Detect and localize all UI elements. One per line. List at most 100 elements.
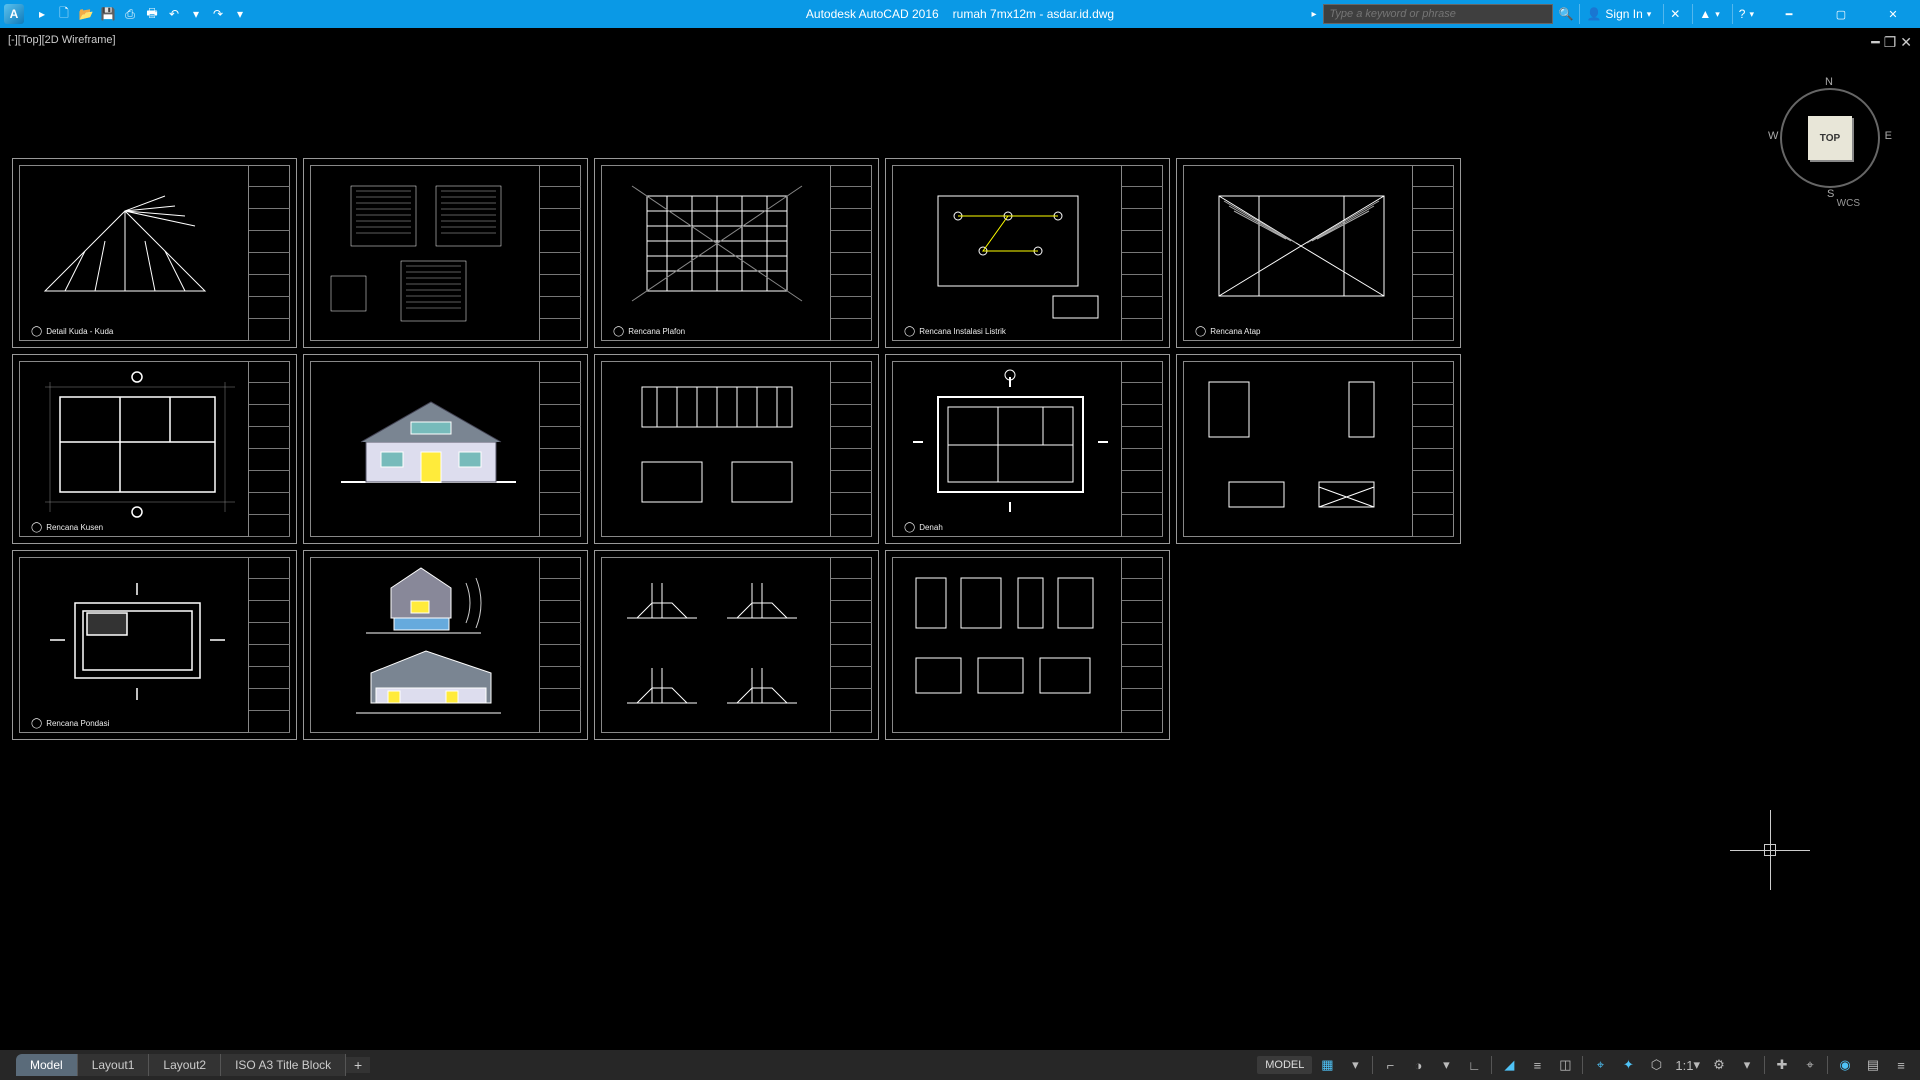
cloud-icon: ▲ xyxy=(1699,7,1711,21)
redo-drop-icon[interactable]: ▾ xyxy=(230,4,250,24)
grid-toggle-icon[interactable]: ▦ xyxy=(1314,1054,1340,1076)
undo-drop-icon[interactable]: ▾ xyxy=(186,4,206,24)
sheet-label: Rencana Pondasi xyxy=(31,718,109,729)
search-input[interactable] xyxy=(1323,4,1553,24)
saveas-icon[interactable]: ⎙ xyxy=(120,4,140,24)
tab-iso-a3[interactable]: ISO A3 Title Block xyxy=(221,1054,346,1076)
sheet-facade[interactable] xyxy=(303,354,588,544)
sheet-foot4[interactable] xyxy=(594,550,879,740)
sheet-door6[interactable] xyxy=(885,550,1170,740)
drawing-details-icon xyxy=(1189,367,1404,527)
sheet-atap[interactable]: Rencana Atap xyxy=(1176,158,1461,348)
drawing-truss-icon xyxy=(25,171,225,321)
compass-e: E xyxy=(1885,130,1892,142)
gear-drop-icon[interactable]: ▾ xyxy=(1734,1054,1760,1076)
drawing-roof-icon xyxy=(1189,171,1404,321)
new-icon[interactable]: ▸ xyxy=(32,4,52,24)
cloud-toggle-icon[interactable]: ◉ xyxy=(1832,1054,1858,1076)
app-name: Autodesk AutoCAD 2016 xyxy=(806,7,939,21)
sheet-detail-kuda[interactable]: Detail Kuda - Kuda xyxy=(12,158,297,348)
sheet-sections2[interactable] xyxy=(594,354,879,544)
open-icon[interactable]: 📂 xyxy=(76,4,96,24)
drawing-plan-icon xyxy=(25,367,240,527)
viewport-label[interactable]: [-][Top][2D Wireframe] xyxy=(8,34,116,46)
polar-drop-icon[interactable]: ▾ xyxy=(1433,1054,1459,1076)
new-file-icon[interactable]: 🗋 xyxy=(54,4,74,24)
scale-button[interactable]: 1:1▾ xyxy=(1671,1054,1704,1076)
x-icon: ✕ xyxy=(1670,7,1680,21)
sheet-elev2[interactable] xyxy=(303,550,588,740)
print-icon[interactable]: 🖶 xyxy=(142,4,162,24)
iso3-icon[interactable]: ⬡ xyxy=(1643,1054,1669,1076)
iso2-icon[interactable]: ✦ xyxy=(1615,1054,1641,1076)
sheet-label: Rencana Atap xyxy=(1195,326,1260,337)
compass-n: N xyxy=(1825,76,1833,88)
doc-minimize-icon[interactable]: ━ xyxy=(1871,34,1879,51)
wcs-label: WCS xyxy=(1837,198,1860,209)
sheet-label: Rencana Plafon xyxy=(613,326,685,337)
bottom-bar: Model Layout1 Layout2 ISO A3 Title Block… xyxy=(0,1050,1920,1080)
sheet-plafon[interactable]: Rencana Plafon xyxy=(594,158,879,348)
sheet-kusen[interactable]: Rencana Kusen xyxy=(12,354,297,544)
quick-access-toolbar: A ▸ 🗋 📂 💾 ⎙ 🖶 ↶ ▾ ↷ ▾ xyxy=(0,4,250,24)
drawing-foundation-icon xyxy=(25,563,240,723)
drawing-elev2-icon xyxy=(316,563,531,728)
drawing-foot4-icon xyxy=(607,563,822,723)
sheet-pondasi[interactable]: Rencana Pondasi xyxy=(12,550,297,740)
iso1-icon[interactable]: ⌖ xyxy=(1587,1054,1613,1076)
app-menu-button[interactable]: A xyxy=(4,4,24,24)
help-icon: ? xyxy=(1739,7,1746,21)
close-button[interactable]: ✕ xyxy=(1870,0,1916,28)
sheet-label: Rencana Kusen xyxy=(31,522,103,533)
sheet-denah[interactable]: Denah xyxy=(885,354,1170,544)
tab-model[interactable]: Model xyxy=(16,1054,78,1076)
redo-icon[interactable]: ↷ xyxy=(208,4,228,24)
doc-window-controls: ━ ❐ ✕ xyxy=(1871,34,1912,51)
search-icon[interactable]: 🔍 xyxy=(1559,7,1574,21)
trayup-icon[interactable]: ▤ xyxy=(1860,1054,1886,1076)
gear-icon[interactable]: ⚙ xyxy=(1706,1054,1732,1076)
lwt-icon[interactable]: ≡ xyxy=(1524,1054,1550,1076)
search-drop-icon[interactable]: ▸ xyxy=(1311,9,1316,20)
title-text: Autodesk AutoCAD 2016 rumah 7mx12m - asd… xyxy=(806,7,1114,21)
sheet-empty xyxy=(1176,550,1461,740)
workspace-mode[interactable]: MODEL xyxy=(1257,1056,1312,1074)
target-icon[interactable]: ⌖ xyxy=(1797,1054,1823,1076)
customize-icon[interactable]: ≡ xyxy=(1888,1054,1914,1076)
chevron-down-icon: ▾ xyxy=(1647,9,1652,20)
doc-restore-icon[interactable]: ❐ xyxy=(1884,34,1897,51)
sheet-listrik[interactable]: Rencana Instalasi Listrik xyxy=(885,158,1170,348)
drawing-plan2-icon xyxy=(898,367,1113,527)
compass-s: S xyxy=(1827,188,1834,200)
layout-tabs: Model Layout1 Layout2 ISO A3 Title Block… xyxy=(0,1050,370,1080)
transparency-icon[interactable]: ◫ xyxy=(1552,1054,1578,1076)
osnap-icon[interactable]: ◢ xyxy=(1496,1054,1522,1076)
user-icon: 👤 xyxy=(1586,7,1601,21)
sheet-details4[interactable] xyxy=(1176,354,1461,544)
drawing-grid4-icon xyxy=(316,171,531,336)
viewcube-face-top[interactable]: TOP xyxy=(1808,116,1852,160)
minimize-button[interactable]: ━ xyxy=(1766,0,1812,28)
doc-close-icon[interactable]: ✕ xyxy=(1900,34,1912,51)
tab-layout1[interactable]: Layout1 xyxy=(78,1054,150,1076)
plus-icon[interactable]: ✚ xyxy=(1769,1054,1795,1076)
help-button[interactable]: ?▾ xyxy=(1732,4,1760,24)
maximize-button[interactable]: ▢ xyxy=(1818,0,1864,28)
sheet-grid4[interactable] xyxy=(303,158,588,348)
tab-layout2[interactable]: Layout2 xyxy=(149,1054,221,1076)
sheet-label: Rencana Instalasi Listrik xyxy=(904,326,1006,337)
undo-icon[interactable]: ↶ xyxy=(164,4,184,24)
grid-drop-icon[interactable]: ▾ xyxy=(1342,1054,1368,1076)
add-layout-button[interactable]: + xyxy=(346,1057,370,1073)
file-name: rumah 7mx12m - asdar.id.dwg xyxy=(953,7,1114,21)
titlebar: A ▸ 🗋 📂 💾 ⎙ 🖶 ↶ ▾ ↷ ▾ Autodesk AutoCAD 2… xyxy=(0,0,1920,28)
drawing-area[interactable]: [-][Top][2D Wireframe] ━ ❐ ✕ TOP N S E W… xyxy=(0,28,1920,1050)
viewcube[interactable]: TOP N S E W xyxy=(1770,78,1890,198)
ortho-icon[interactable]: ∟ xyxy=(1461,1054,1487,1076)
exchange-button[interactable]: ✕ xyxy=(1663,4,1686,24)
signin-button[interactable]: 👤 Sign In ▾ xyxy=(1579,4,1657,24)
save-icon[interactable]: 💾 xyxy=(98,4,118,24)
polar-icon[interactable]: ◑ xyxy=(1405,1054,1431,1076)
a360-button[interactable]: ▲▾ xyxy=(1692,4,1725,24)
snap-icon[interactable]: ⌐ xyxy=(1377,1054,1403,1076)
